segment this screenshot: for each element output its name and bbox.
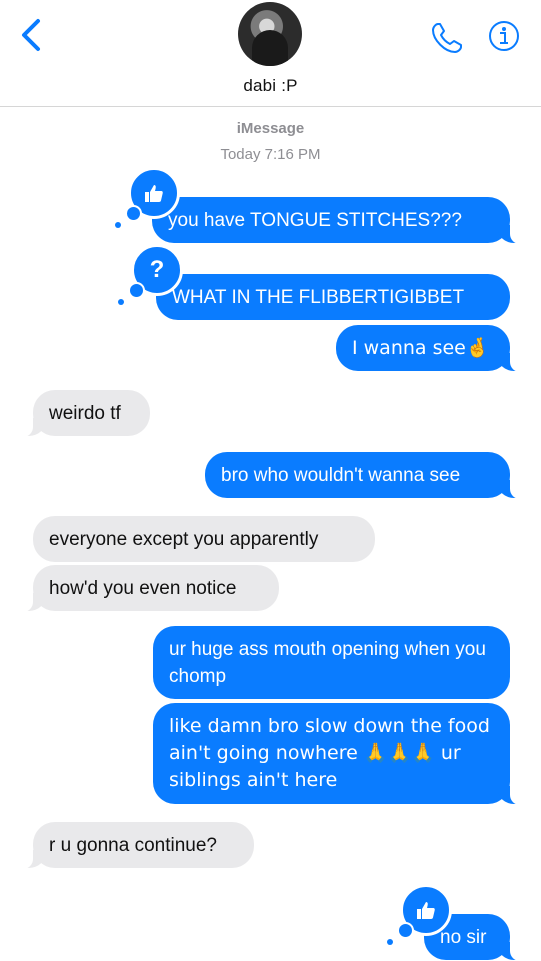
tapback-thumbs-up[interactable] <box>387 884 452 945</box>
thumbs-up-icon <box>145 185 163 202</box>
message-text: everyone except you apparently <box>49 529 319 550</box>
service-label: iMessage <box>236 120 305 137</box>
message-text: no sir <box>440 927 487 948</box>
message-received[interactable]: r u gonna continue? <box>19 822 254 869</box>
message-sent[interactable]: ur huge ass mouth opening when you chomp <box>153 626 510 699</box>
message-sent[interactable]: WHAT IN THE FLIBBERTIGIBBET <box>156 274 510 320</box>
contact-name[interactable]: dabi :P <box>0 76 541 96</box>
thumbs-up-icon <box>417 902 435 919</box>
call-button[interactable] <box>429 20 465 56</box>
message-sent[interactable]: bro who wouldn't wanna see <box>205 452 524 499</box>
message-sent[interactable]: like damn bro slow down the food ain't g… <box>153 703 524 805</box>
message-text: ur huge ass mouth opening when you chomp <box>169 639 486 687</box>
question-mark-icon: ? <box>149 256 165 283</box>
info-icon <box>489 21 519 51</box>
message-text: you have TONGUE STITCHES??? <box>168 210 462 231</box>
message-received[interactable]: how'd you even notice <box>19 565 279 612</box>
message-sent[interactable]: I wanna see🤞 <box>336 325 524 372</box>
contact-avatar[interactable] <box>238 2 302 66</box>
message-text: r u gonna continue? <box>49 835 217 856</box>
tapback-question[interactable]: ? <box>118 244 183 305</box>
message-received[interactable]: weirdo tf <box>19 390 150 437</box>
back-button[interactable] <box>16 18 46 52</box>
message-text: I wanna see🤞 <box>352 337 490 359</box>
message-received[interactable]: everyone except you apparently <box>33 516 375 562</box>
phone-icon <box>432 23 462 53</box>
message-text: how'd you even notice <box>49 578 237 599</box>
message-sent[interactable]: you have TONGUE STITCHES??? <box>152 197 524 244</box>
conversation-header: dabi :P <box>0 0 541 107</box>
message-text: like damn bro slow down the food ain't g… <box>169 715 490 791</box>
chevron-left-icon <box>22 19 40 51</box>
message-text: bro who wouldn't wanna see <box>221 465 461 486</box>
message-text: WHAT IN THE FLIBBERTIGIBBET <box>172 287 465 308</box>
message-text: weirdo tf <box>49 403 121 424</box>
timestamp-label: Today 7:16 PM <box>220 146 321 163</box>
info-button[interactable] <box>488 20 520 52</box>
tapback-thumbs-up[interactable] <box>115 167 180 228</box>
